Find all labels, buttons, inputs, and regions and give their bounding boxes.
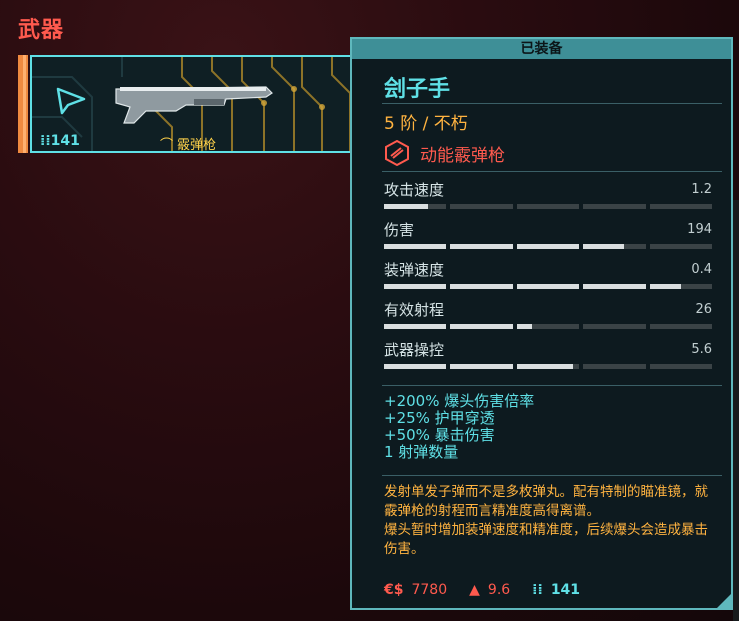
stat-bar-fill	[450, 364, 513, 369]
stat-bar-fill	[384, 284, 447, 289]
stat-row: 攻击速度 1.2	[384, 179, 714, 215]
stat-row: 伤害 194	[384, 219, 714, 255]
stat-bar-segment	[450, 324, 513, 329]
item-footer: €$ 7780 ▲ 9.6 ⁞⁞ 141	[384, 582, 580, 598]
cursor-icon	[56, 87, 86, 115]
description-line: 发射单发子弹而不是多枚弹丸。配有特制的瞄准镜，就霰弹枪的射程而言精准度高得离谱。	[384, 484, 708, 519]
stat-bar-fill	[583, 284, 646, 289]
stat-bar-segment	[649, 364, 713, 369]
section-title: 武器	[18, 18, 65, 43]
ammo-icon: ⁞⁞	[532, 582, 543, 598]
stat-bar-fill	[516, 324, 533, 329]
stat-bar-segment	[583, 324, 646, 329]
shotgun-type-icon: ⌒	[160, 138, 174, 153]
stat-bar-segment	[583, 204, 646, 209]
weapon-class-row: 动能霰弹枪	[384, 140, 505, 166]
stat-bar-fill	[450, 324, 513, 329]
stat-bar-fill	[384, 204, 428, 209]
stat-bar	[384, 204, 713, 209]
stat-bar	[384, 364, 713, 369]
stat-label: 伤害	[384, 221, 415, 239]
stat-value: 1.2	[691, 182, 712, 197]
weapon-class: 动能霰弹枪	[420, 145, 505, 166]
stat-bar	[384, 284, 713, 289]
panel-corner	[715, 592, 731, 608]
equipped-header: 已装备	[352, 39, 731, 59]
stat-bar-segment	[384, 204, 447, 209]
stat-row: 武器操控 5.6	[384, 339, 714, 375]
stat-row: 装弹速度 0.4	[384, 259, 714, 295]
card-weapon-type: ⌒ 霰弹枪	[160, 138, 217, 153]
stat-bar-segment	[450, 284, 513, 289]
stat-bar-segment	[384, 364, 447, 369]
shotgun-icon	[115, 86, 273, 124]
stat-bar-segment	[450, 204, 513, 209]
stat-bar-segment	[384, 244, 447, 249]
stat-value: 0.4	[691, 262, 712, 277]
stat-bar	[384, 324, 713, 329]
stat-bar-fill	[450, 244, 513, 249]
stat-bar-segment	[583, 284, 646, 289]
weapon-card[interactable]: ⁞⁞141 ⌒ 霰弹枪	[30, 55, 352, 153]
stat-bar-segment	[583, 244, 646, 249]
stat-label: 武器操控	[384, 341, 445, 359]
weapon-name: 刽子手	[384, 77, 451, 102]
stat-label: 攻击速度	[384, 181, 445, 199]
stat-bar	[384, 244, 713, 249]
stat-bar-segment	[649, 324, 713, 329]
stat-value: 5.6	[691, 342, 712, 357]
stat-bar-segment	[649, 244, 713, 249]
divider	[382, 103, 722, 104]
stat-bar-segment	[583, 364, 646, 369]
divider	[382, 475, 722, 476]
price-icon: €$	[384, 582, 404, 598]
ammo-icon: ⁞⁞	[40, 133, 51, 149]
description-line: 爆头暂时增加装弹速度和精准度，后续爆头会造成暴击伤害。	[384, 522, 708, 557]
price-value: 7780	[411, 582, 448, 598]
stat-bar-fill	[450, 284, 513, 289]
stat-bar-fill	[516, 284, 580, 289]
bonus-item: +200% 爆头伤害倍率	[384, 392, 535, 410]
bonus-item: 1 射弹数量	[384, 443, 459, 461]
stat-bar-segment	[384, 324, 447, 329]
weight-icon: ▲	[469, 582, 480, 598]
ammo-value: 141	[550, 582, 581, 598]
weapon-description: 发射单发子弹而不是多枚弹丸。配有特制的瞄准镜，就霰弹枪的射程而言精准度高得离谱。…	[384, 483, 714, 559]
stat-bar-segment	[384, 284, 447, 289]
card-ammo-count: ⁞⁞141	[40, 133, 80, 149]
stat-bar-segment	[516, 204, 580, 209]
stat-bar-segment	[450, 364, 513, 369]
stat-label: 有效射程	[384, 301, 445, 319]
stat-bar-segment	[450, 244, 513, 249]
kinetic-shotgun-icon	[385, 140, 409, 166]
divider	[382, 385, 722, 386]
weight-value: 9.6	[487, 582, 511, 598]
stat-bar-fill	[583, 244, 624, 249]
background-strip	[733, 200, 739, 621]
stat-bar-fill	[649, 284, 681, 289]
card-equipped-marker-highlight	[23, 55, 26, 153]
stat-bar-fill	[384, 364, 447, 369]
stat-bar-segment	[649, 284, 713, 289]
stat-bar-segment	[516, 364, 580, 369]
stat-bar-fill	[384, 324, 447, 329]
stat-bar-fill	[384, 244, 447, 249]
stat-value: 26	[695, 302, 712, 317]
stat-bar-segment	[649, 204, 713, 209]
bonus-item: +25% 护甲穿透	[384, 409, 495, 427]
stat-bar-segment	[516, 244, 580, 249]
stat-label: 装弹速度	[384, 261, 445, 279]
weapon-tier: 5 阶 / 不朽	[384, 114, 468, 134]
divider	[382, 171, 722, 172]
bonus-item: +50% 暴击伤害	[384, 426, 495, 444]
weapon-tooltip: 已装备 刽子手 5 阶 / 不朽 动能霰弹枪 +200% 爆头伤害倍率 +25%…	[350, 37, 733, 610]
stat-bar-segment	[516, 284, 580, 289]
stat-bar-fill	[516, 364, 573, 369]
bonus-list: +200% 爆头伤害倍率 +25% 护甲穿透 +50% 暴击伤害 1 射弹数量	[384, 393, 534, 461]
stat-row: 有效射程 26	[384, 299, 714, 335]
stat-bar-fill	[516, 244, 580, 249]
stat-value: 194	[687, 222, 712, 237]
stat-bar-segment	[516, 324, 580, 329]
